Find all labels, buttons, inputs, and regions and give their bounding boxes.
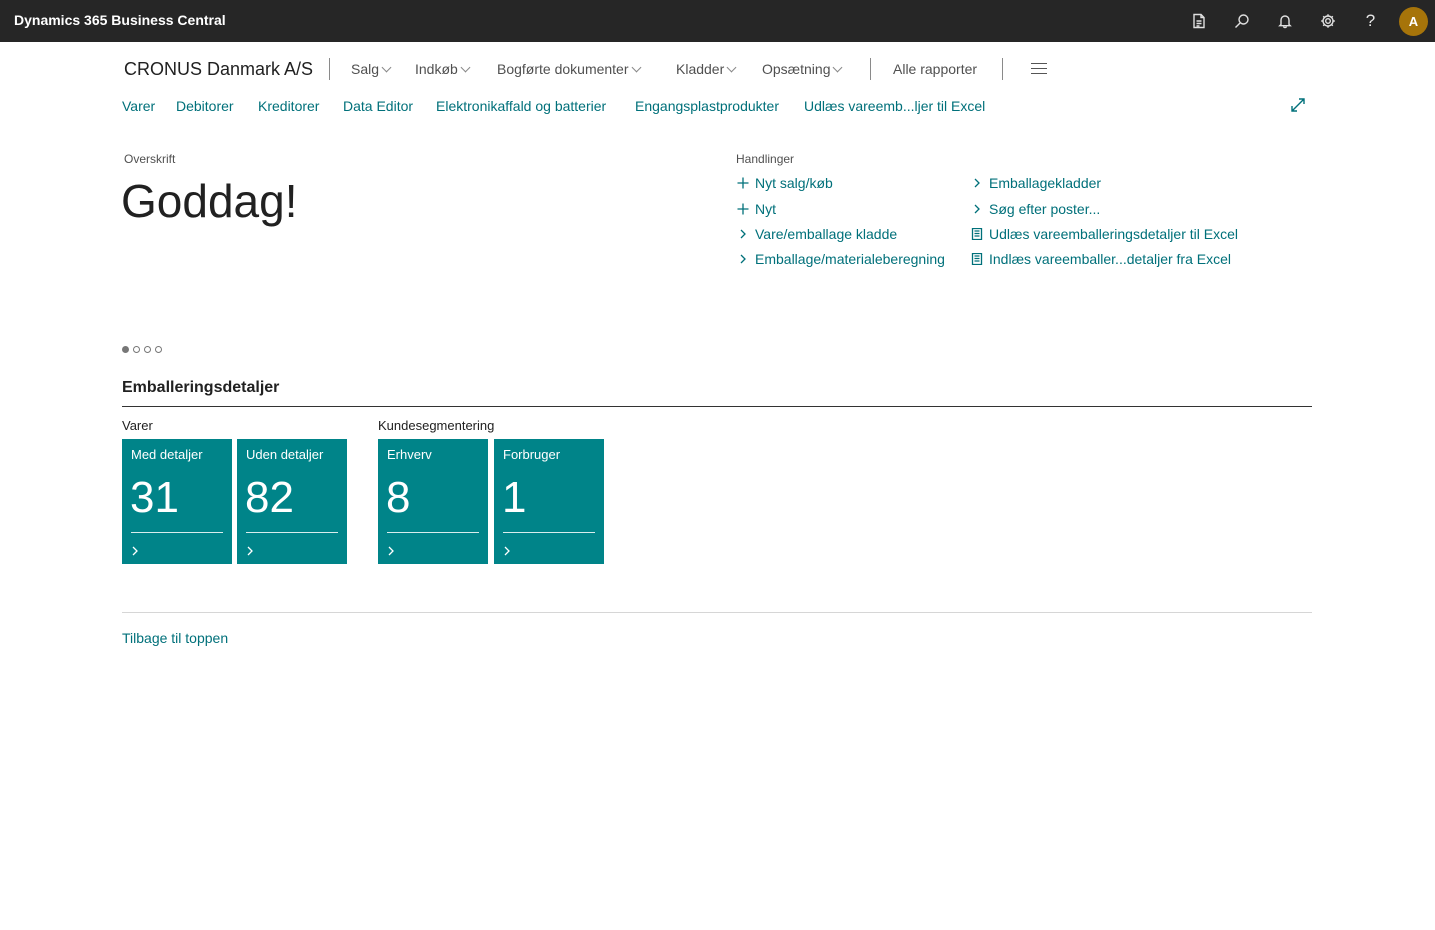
chevron-down-icon <box>726 62 737 73</box>
carousel-dot[interactable] <box>144 346 151 353</box>
tile-uden-detaljer[interactable]: Uden detaljer 82 <box>237 439 347 564</box>
action-vare-emballage-kladde[interactable]: Vare/emballage kladde <box>736 226 897 242</box>
menu-alle-rapporter[interactable]: Alle rapporter <box>893 61 977 77</box>
action-label: Emballagekladder <box>989 175 1102 191</box>
menu-kladder-label: Kladder <box>676 61 725 77</box>
plus-icon <box>736 202 750 216</box>
action-label: Udlæs vareemballeringsdetaljer til Excel <box>989 226 1238 242</box>
company-name[interactable]: CRONUS Danmark A/S <box>124 59 313 80</box>
gear-icon[interactable] <box>1306 0 1349 42</box>
tile-value: 1 <box>502 473 527 522</box>
help-glyph: ? <box>1365 11 1376 30</box>
chevron-right-icon <box>387 543 397 556</box>
tile-value: 31 <box>130 473 179 522</box>
action-label: Emballage/materialeberegning <box>755 251 945 267</box>
tile-value: 8 <box>386 473 411 522</box>
chevron-right-icon <box>736 252 750 266</box>
chevron-down-icon <box>833 62 843 73</box>
menu-indkob[interactable]: Indkøb <box>415 61 471 77</box>
carousel-dots <box>122 346 162 353</box>
action-sog-efter-poster[interactable]: Søg efter poster... <box>970 201 1100 217</box>
expand-icon[interactable] <box>1290 97 1306 113</box>
page-divider <box>122 612 1312 613</box>
plus-icon <box>736 176 750 190</box>
hamburger-menu-icon[interactable] <box>1031 63 1047 75</box>
bell-icon[interactable] <box>1263 0 1306 42</box>
tile-divider <box>246 532 338 533</box>
action-label: Nyt salg/køb <box>755 175 833 191</box>
chevron-right-icon <box>503 543 513 556</box>
navlink-debitorer[interactable]: Debitorer <box>176 98 234 114</box>
action-label: Indlæs vareemballer...detaljer fra Excel <box>989 251 1231 267</box>
section-divider <box>122 406 1312 407</box>
chevron-down-icon <box>460 62 471 73</box>
tile-divider <box>131 532 223 533</box>
nav-separator <box>870 58 871 80</box>
navlink-varer[interactable]: Varer <box>122 98 155 114</box>
tile-value: 82 <box>245 473 294 522</box>
action-label: Søg efter poster... <box>989 201 1101 217</box>
report-icon[interactable] <box>1177 0 1220 42</box>
action-indlaes-excel[interactable]: Indlæs vareemballer...detaljer fra Excel <box>970 251 1231 267</box>
nav-separator <box>1002 58 1003 80</box>
menu-salg-label: Salg <box>351 61 380 77</box>
search-icon[interactable] <box>1220 0 1263 42</box>
menu-kladder[interactable]: Kladder <box>676 61 737 77</box>
actions-caption: Handlinger <box>736 152 795 166</box>
chevron-right-icon <box>970 202 984 216</box>
nav-separator <box>329 58 330 80</box>
back-to-top-link[interactable]: Tilbage til toppen <box>122 630 228 646</box>
navlink-kreditorer[interactable]: Kreditorer <box>258 98 319 114</box>
action-label: Nyt <box>755 201 776 217</box>
app-bar-icons: ? A <box>1177 0 1435 42</box>
carousel-dot[interactable] <box>155 346 162 353</box>
chevron-right-icon <box>736 227 750 241</box>
chevron-right-icon <box>131 543 141 556</box>
section-title[interactable]: Emballeringsdetaljer <box>122 379 279 397</box>
menu-opsaetning[interactable]: Opsætning <box>762 61 843 77</box>
action-emballage-materialeberegning[interactable]: Emballage/materialeberegning <box>736 251 945 267</box>
help-icon[interactable]: ? <box>1349 0 1392 42</box>
chevron-right-icon <box>970 176 984 190</box>
tile-label: Med detaljer <box>131 447 203 462</box>
menu-opsaetning-label: Opsætning <box>762 61 831 77</box>
tile-erhverv[interactable]: Erhverv 8 <box>378 439 488 564</box>
action-label: Vare/emballage kladde <box>755 226 898 242</box>
avatar[interactable]: A <box>1399 6 1428 36</box>
navlink-elektronikaffald[interactable]: Elektronikaffald og batterier <box>436 98 606 114</box>
menu-indkob-label: Indkøb <box>415 61 458 77</box>
tile-divider <box>387 532 479 533</box>
tile-label: Erhverv <box>387 447 432 462</box>
action-emballagekladder[interactable]: Emballagekladder <box>970 175 1101 191</box>
carousel-dot[interactable] <box>122 346 129 353</box>
menu-bogforte-label: Bogførte dokumenter <box>497 61 629 77</box>
navlink-data-editor[interactable]: Data Editor <box>343 98 413 114</box>
document-icon <box>970 252 984 266</box>
greeting-headline: Goddag! <box>121 175 298 227</box>
navlink-udlaes-excel[interactable]: Udlæs vareemb...ljer til Excel <box>804 98 985 114</box>
tile-forbruger[interactable]: Forbruger 1 <box>494 439 604 564</box>
document-icon <box>970 227 984 241</box>
tile-label: Forbruger <box>503 447 561 462</box>
action-udlaes-excel[interactable]: Udlæs vareemballeringsdetaljer til Excel <box>970 226 1238 242</box>
chevron-down-icon <box>381 62 392 73</box>
tile-label: Uden detaljer <box>246 447 324 462</box>
chevron-right-icon <box>246 543 256 556</box>
menu-bogforte-dokumenter[interactable]: Bogførte dokumenter <box>497 61 641 77</box>
tile-divider <box>503 532 595 533</box>
navlink-engangsplast[interactable]: Engangsplastprodukter <box>635 98 779 114</box>
carousel-dot[interactable] <box>133 346 140 353</box>
action-nyt[interactable]: Nyt <box>736 201 776 217</box>
headline-caption: Overskrift <box>124 152 176 166</box>
group-title-varer: Varer <box>122 418 153 433</box>
action-nyt-salg-kob[interactable]: Nyt salg/køb <box>736 175 833 191</box>
menu-salg[interactable]: Salg <box>351 61 392 77</box>
tile-med-detaljer[interactable]: Med detaljer 31 <box>122 439 232 564</box>
chevron-down-icon <box>631 62 641 73</box>
app-bar: Dynamics 365 Business Central ? A <box>0 0 1435 42</box>
app-title[interactable]: Dynamics 365 Business Central <box>14 12 226 28</box>
group-title-kundesegmentering: Kundesegmentering <box>378 418 495 433</box>
